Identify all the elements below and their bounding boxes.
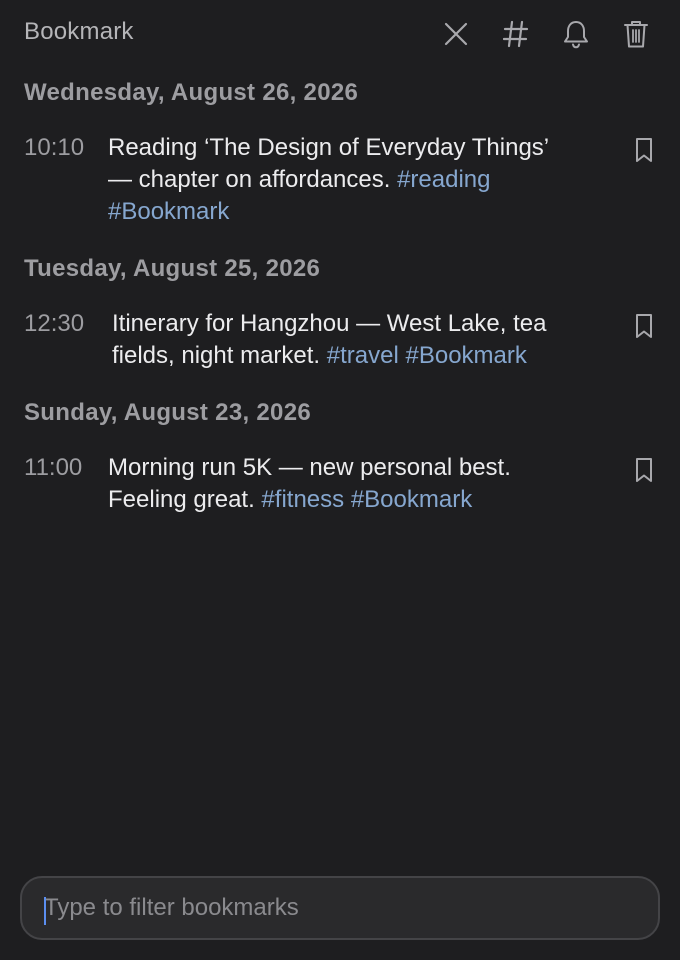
date-header: Tuesday, August 25, 2026 <box>24 255 321 282</box>
bookmark-icon[interactable] <box>632 312 656 340</box>
entry-text-line: Itinerary for Hangzhou — West Lake, tea <box>112 308 608 340</box>
filter-field[interactable] <box>20 876 660 940</box>
list-item[interactable]: 12:30 Itinerary for Hangzhou — West Lake… <box>0 308 680 372</box>
reminder-button[interactable] <box>556 14 596 54</box>
hashtag-link[interactable]: #Bookmark <box>351 486 472 513</box>
entry-text-segment <box>344 486 351 513</box>
hashtag-link[interactable]: #Bookmark <box>108 198 229 225</box>
close-icon <box>444 22 468 46</box>
entry-time: 10:10 <box>24 134 85 161</box>
entry-text-segment: fields, night market. <box>112 342 327 369</box>
panel-title: Bookmark <box>24 18 134 45</box>
entry-text-line: Feeling great. #fitness #Bookmark <box>108 484 608 516</box>
entry-text-line: Reading ‘The Design of Everyday Things’ <box>108 132 608 164</box>
close-button[interactable] <box>436 14 476 54</box>
entry-text: Reading ‘The Design of Everyday Things’ —… <box>108 132 608 228</box>
bookmark-icon[interactable] <box>632 136 656 164</box>
trash-icon <box>624 21 648 48</box>
entry-text-segment: Itinerary for Hangzhou — West Lake, tea <box>112 310 547 337</box>
entry-text-line: #Bookmark <box>108 196 608 228</box>
entry-text-line: — chapter on affordances. #reading <box>108 164 608 196</box>
entry-text: Morning run 5K — new personal best. Feeli… <box>108 452 608 516</box>
entry-text-segment: Reading ‘The Design of Everyday Things’ <box>108 134 550 161</box>
date-header: Sunday, August 23, 2026 <box>24 399 311 426</box>
header: Bookmark <box>0 0 680 66</box>
entry-time: 12:30 <box>24 310 85 337</box>
entry-text-line: fields, night market. #travel #Bookmark <box>112 340 608 372</box>
entry-text: Itinerary for Hangzhou — West Lake, tea f… <box>112 308 608 372</box>
hashtag-link[interactable]: #Bookmark <box>405 342 526 369</box>
entry-text-line: Morning run 5K — new personal best. <box>108 452 608 484</box>
filter-input[interactable] <box>44 878 636 938</box>
date-header: Wednesday, August 26, 2026 <box>24 79 359 106</box>
list-item[interactable]: 10:10 Reading ‘The Design of Everyday Th… <box>0 132 680 228</box>
text-caret <box>44 897 46 925</box>
bookmark-panel: Bookmark Wednesday, August 26, 2026 10:1… <box>0 0 680 960</box>
hashtag-link[interactable]: #fitness <box>261 486 344 513</box>
bell-icon <box>564 21 588 49</box>
entry-text-segment: — chapter on affordances. <box>108 166 398 193</box>
hashtag-button[interactable] <box>496 14 536 54</box>
bookmark-icon[interactable] <box>632 456 656 484</box>
bookmark-list[interactable]: Wednesday, August 26, 2026 10:10 Reading… <box>0 66 680 860</box>
entry-text-segment: Morning run 5K — new personal best. <box>108 454 511 481</box>
entry-time: 11:00 <box>24 454 83 481</box>
hashtag-link[interactable]: #travel <box>327 342 399 369</box>
delete-button[interactable] <box>616 14 656 54</box>
entry-text-segment: Feeling great. <box>108 486 262 513</box>
list-item[interactable]: 11:00 Morning run 5K — new personal best… <box>0 452 680 516</box>
hashtag-icon <box>503 20 529 48</box>
hashtag-link[interactable]: #reading <box>397 166 490 193</box>
